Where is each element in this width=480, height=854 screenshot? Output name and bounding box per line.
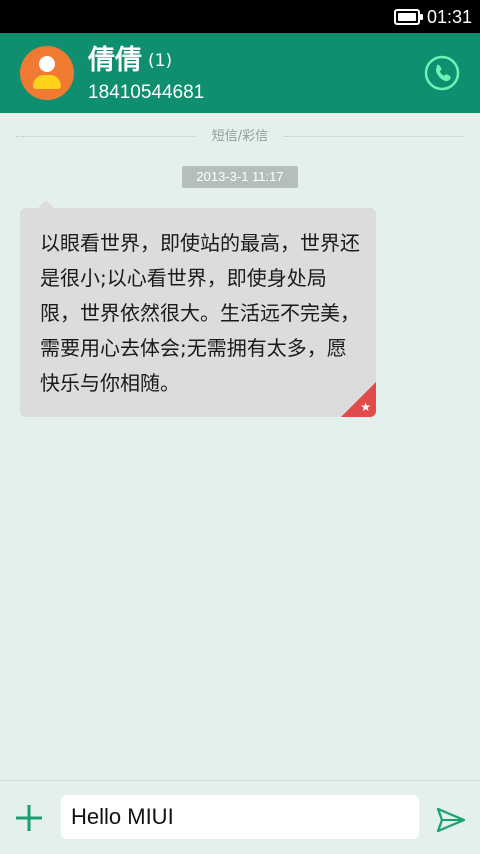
- message-count: (1): [148, 51, 173, 71]
- status-bar: 01:31: [0, 0, 480, 33]
- contact-name[interactable]: 倩倩: [88, 45, 142, 77]
- message-timestamp: 2013-3-1 11:17: [182, 166, 298, 188]
- channel-label: 短信/彩信: [211, 129, 269, 144]
- plus-icon[interactable]: [14, 803, 44, 833]
- bubble-tail: [38, 200, 54, 208]
- status-time: 01:31: [426, 7, 472, 27]
- send-icon[interactable]: [436, 807, 466, 833]
- message-text: 以眼看世界，即使站的最高，世界还是很小;以心看世界，即使身处局限，世界依然很大。…: [40, 231, 360, 395]
- conversation-header: 倩倩 (1) 18410544681: [0, 33, 480, 113]
- message-bubble[interactable]: 以眼看世界，即使站的最高，世界还是很小;以心看世界，即使身处局限，世界依然很大。…: [20, 208, 376, 417]
- phone-icon[interactable]: [424, 55, 460, 91]
- message-input[interactable]: [61, 795, 419, 839]
- channel-divider: 短信/彩信: [16, 128, 464, 146]
- composer-bar: [0, 780, 480, 854]
- person-avatar-icon[interactable]: [20, 46, 74, 100]
- battery-icon: [394, 9, 423, 25]
- contact-phone-number[interactable]: 18410544681: [88, 81, 204, 105]
- star-icon: ★: [360, 400, 371, 414]
